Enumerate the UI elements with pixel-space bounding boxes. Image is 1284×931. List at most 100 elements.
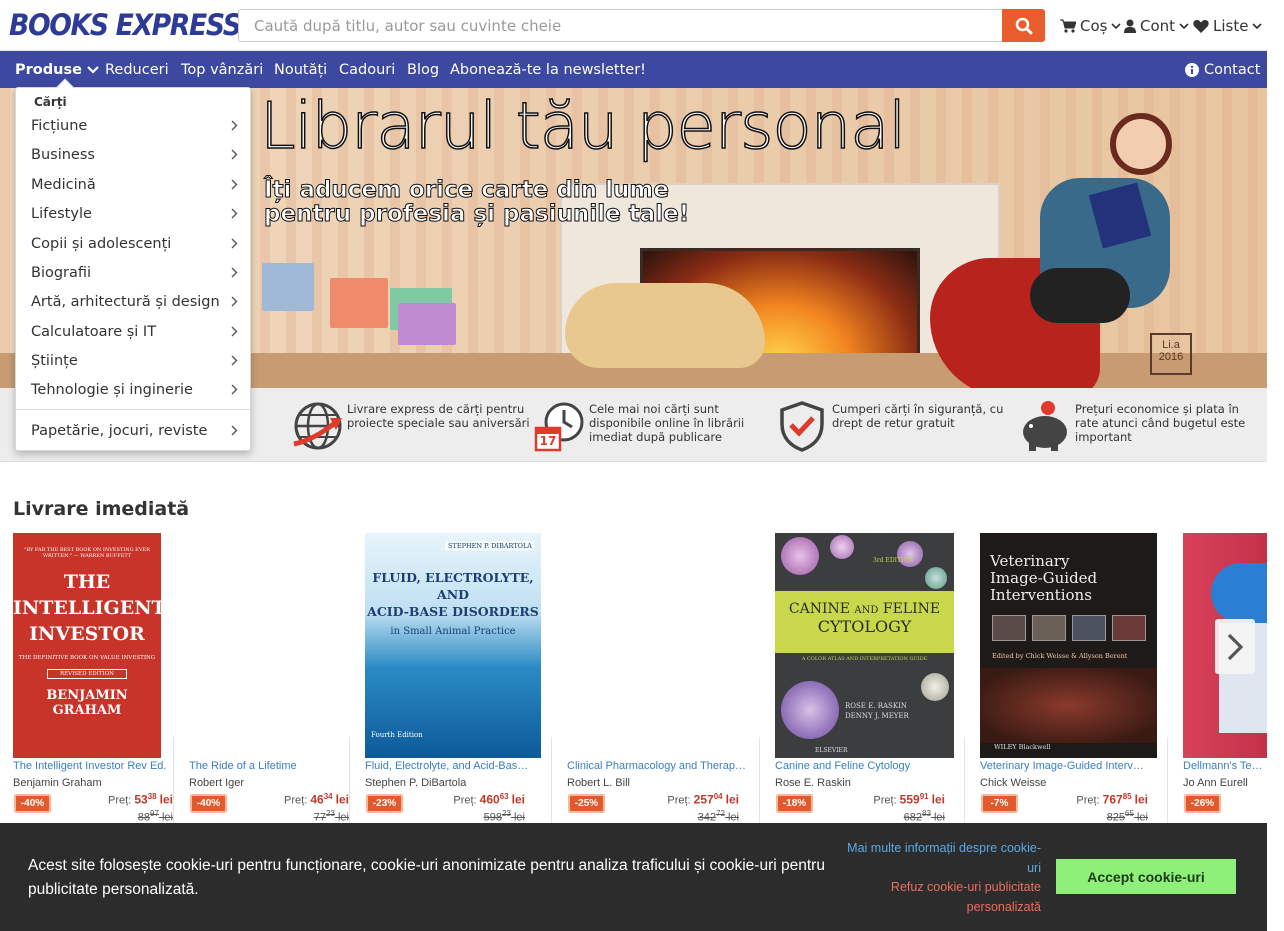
chevron-right-icon (231, 120, 238, 131)
lists-label: Liste (1213, 17, 1249, 35)
lists-button[interactable]: Liste (1193, 17, 1263, 35)
old-price-currency: lei (161, 811, 173, 824)
dropdown-item-copii[interactable]: Copii și adolescenți (16, 229, 252, 258)
book-author[interactable]: Jo Ann Eurell (1183, 777, 1248, 789)
dropdown-item-tehnologie[interactable]: Tehnologie și inginerie (16, 375, 252, 404)
chevron-down-icon (1179, 22, 1189, 29)
cart-button[interactable]: Coș (1060, 17, 1122, 35)
book-title[interactable]: The Ride of a Lifetime (189, 760, 357, 772)
nav-reduceri[interactable]: Reduceri (105, 62, 169, 78)
old-price-currency: lei (1136, 811, 1148, 824)
price-currency: lei (511, 792, 525, 807)
nav-newsletter[interactable]: Abonează-te la newsletter! (450, 62, 646, 78)
cover-editors: Edited by Chick Weisse & Allyson Berent (992, 652, 1128, 660)
book-author[interactable]: Robert L. Bill (567, 777, 630, 789)
book-author[interactable]: Benjamin Graham (13, 777, 102, 789)
book-title[interactable]: Canine and Feline Cytology (775, 760, 943, 772)
gift-illustration (262, 263, 314, 311)
chevron-down-icon (1252, 22, 1263, 29)
product-card[interactable]: Dellmann's Textbook of Veterinary Histol… (1183, 533, 1267, 823)
book-cover[interactable]: STEPHEN P. DIBARTOLA FLUID, ELECTROLYTE,… (365, 533, 541, 758)
nav-cadouri[interactable]: Cadouri (339, 62, 395, 78)
book-title[interactable]: The Intelligent Investor Rev Ed. (13, 760, 181, 772)
nav-blog[interactable]: Blog (407, 62, 439, 78)
old-price-dec: 97 (150, 809, 159, 818)
dropdown-item-papetarie[interactable]: Papetărie, jocuri, reviste (16, 416, 252, 445)
old-price-dec: 23 (502, 809, 511, 818)
book-price: Preț: 5338 lei (108, 792, 173, 807)
dropdown-item-arta[interactable]: Artă, arhitectură și design (16, 287, 252, 316)
nav-contact[interactable]: Contact (1185, 62, 1260, 78)
dropdown-item-biografii[interactable]: Biografii (16, 258, 252, 287)
cover-title: FLUID, ELECTROLYTE, AND ACID-BASE DISORDER… (365, 569, 541, 620)
old-price-int: 88 (137, 811, 151, 824)
dog-illustration (565, 283, 765, 368)
cover-thumbnail (992, 615, 1026, 641)
logo[interactable]: BOOKS EXPRESS (9, 8, 242, 42)
dropdown-item-business[interactable]: Business (16, 140, 252, 169)
dropdown-item-stiinte[interactable]: Științe (16, 346, 252, 375)
discount-badge: -23% (366, 794, 403, 813)
search-button[interactable] (1002, 9, 1045, 42)
cover-title: THE INTELLIGENT INVESTOR (13, 569, 161, 647)
search-input[interactable] (238, 9, 1003, 42)
nav-top-vanzari[interactable]: Top vânzări (181, 62, 263, 78)
info-icon (1185, 63, 1199, 77)
dropdown-item-medicina[interactable]: Medicină (16, 170, 252, 199)
old-price-currency: lei (513, 811, 525, 824)
product-card[interactable]: 3rd EDITION CANINE and FELINE CYTOLOGY A… (775, 533, 955, 824)
cover-subtitle: in Small Animal Practice (390, 626, 516, 637)
book-author[interactable]: Stephen P. DiBartola (365, 777, 466, 789)
price-label: Preț: (873, 794, 897, 807)
book-title[interactable]: Clinical Pharmacology and Therapeutics f… (567, 760, 747, 772)
book-cover[interactable]: 3rd EDITION CANINE and FELINE CYTOLOGY A… (775, 533, 954, 758)
book-author[interactable]: Rose E. Raskin (775, 777, 851, 789)
book-cover[interactable]: Veterinary Image-Guided Interventions Edit… (980, 533, 1157, 758)
book-cover[interactable] (189, 533, 349, 758)
cover-title-line: Image-Guided (990, 569, 1098, 587)
chevron-right-icon (231, 149, 238, 160)
dropdown-item-label: Calculatoare și IT (31, 323, 157, 340)
shield-check-icon (780, 401, 824, 452)
price-label: Preț: (453, 794, 477, 807)
price-int: 46 (310, 792, 324, 807)
nav-noutati[interactable]: Noutăți (274, 62, 327, 78)
gift-illustration (398, 303, 456, 345)
carousel-next-button[interactable] (1215, 619, 1255, 674)
dropdown-divider (16, 409, 250, 410)
book-cover[interactable] (567, 533, 747, 758)
cookie-refuse-link[interactable]: Refuz cookie-uri publicitate personaliza… (841, 877, 1041, 917)
dropdown-item-label: Artă, arhitectură și design (31, 293, 220, 310)
product-card[interactable]: Clinical Pharmacology and Therapeutics f… (567, 533, 749, 824)
discount-badge: -25% (568, 794, 605, 813)
old-price: 34272 lei (698, 809, 739, 824)
product-card[interactable]: STEPHEN P. DIBARTOLA FLUID, ELECTROLYTE,… (365, 533, 541, 824)
product-card[interactable]: Veterinary Image-Guided Interventions Edit… (980, 533, 1158, 824)
feature-text-2: Cele mai noi cărți sunt disponibile onli… (589, 402, 745, 444)
account-button[interactable]: Cont (1124, 17, 1189, 35)
dropdown-item-label: Copii și adolescenți (31, 235, 172, 252)
book-title[interactable]: Fluid, Electrolyte, and Acid-Base Disord… (365, 760, 533, 772)
book-price: Preț: 25704 lei (667, 792, 739, 807)
product-card[interactable]: "BY FAR THE BEST BOOK ON INVESTING EVER … (13, 533, 183, 824)
book-cover[interactable]: "BY FAR THE BEST BOOK ON INVESTING EVER … (13, 533, 161, 758)
accept-cookies-button[interactable]: Accept cookie-uri (1056, 859, 1236, 894)
cover-authors: ROSE E. RASKIN DENNY J. MEYER (845, 701, 909, 721)
price-label: Preț: (108, 794, 132, 807)
dropdown-item-label: Tehnologie și inginerie (31, 381, 193, 398)
book-title[interactable]: Veterinary Image-Guided Interventions (980, 760, 1148, 772)
scrollbar[interactable] (1267, 0, 1284, 931)
card-divider (759, 737, 760, 823)
book-title[interactable]: Dellmann's Textbook of Veterinary Histol… (1183, 760, 1267, 772)
cookie-more-link[interactable]: Mai multe informații despre cookie-uri (841, 838, 1041, 878)
nav-products[interactable]: Produse (15, 62, 99, 78)
cover-publisher: ELSEVIER (815, 747, 848, 754)
book-author[interactable]: Chick Weisse (980, 777, 1046, 789)
dropdown-item-lifestyle[interactable]: Lifestyle (16, 199, 252, 228)
dropdown-item-fictiune[interactable]: Ficțiune (16, 111, 252, 140)
price-currency: lei (725, 792, 739, 807)
dropdown-item-calculatoare[interactable]: Calculatoare și IT (16, 317, 252, 346)
book-author[interactable]: Robert Iger (189, 777, 244, 789)
product-card[interactable]: The Ride of a Lifetime Robert Iger -40% … (189, 533, 359, 824)
user-icon (1124, 19, 1136, 33)
